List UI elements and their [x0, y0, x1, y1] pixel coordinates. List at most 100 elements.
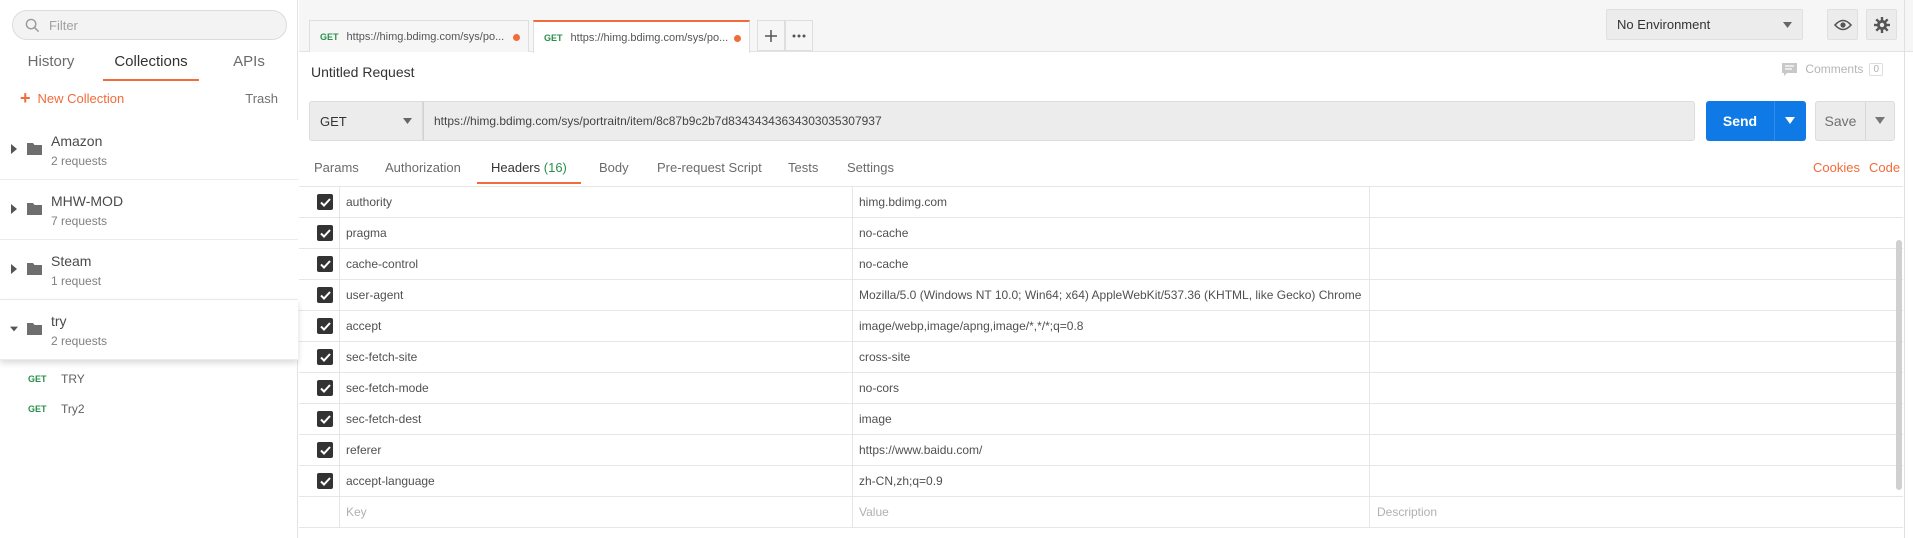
filter-input[interactable]: Filter — [12, 10, 287, 40]
trash-button[interactable]: Trash — [245, 91, 278, 106]
table-row: sec-fetch-site cross-site — [299, 342, 1903, 373]
tab-apis[interactable]: APIs — [231, 53, 267, 81]
send-button[interactable]: Send — [1706, 101, 1806, 141]
header-checkbox[interactable] — [317, 411, 333, 427]
header-value[interactable]: image/webp,image/apng,image/*,*/*;q=0.8 — [859, 319, 1364, 333]
header-checkbox[interactable] — [317, 194, 333, 210]
new-header-value-input[interactable]: Value — [859, 505, 1364, 519]
plus-icon: + — [20, 88, 31, 108]
header-checkbox[interactable] — [317, 473, 333, 489]
header-checkbox[interactable] — [317, 256, 333, 272]
new-tab-button[interactable] — [757, 20, 785, 51]
header-value[interactable]: zh-CN,zh;q=0.9 — [859, 474, 1364, 488]
tab-pre-request-script[interactable]: Pre-request Script — [657, 160, 762, 184]
header-key[interactable]: sec-fetch-mode — [346, 381, 429, 395]
caret-right-icon[interactable] — [10, 144, 18, 154]
ellipsis-icon — [792, 34, 806, 37]
tab-history[interactable]: History — [26, 53, 76, 81]
tab-method: GET — [320, 31, 339, 42]
request-tab-active[interactable]: GET https://himg.bdimg.com/sys/po... — [533, 20, 750, 53]
caret-down-icon[interactable] — [10, 324, 18, 334]
eye-icon — [1833, 19, 1852, 30]
request-item-try2[interactable]: GET Try2 — [0, 394, 298, 424]
header-key[interactable]: user-agent — [346, 288, 403, 302]
table-row: cache-control no-cache — [299, 249, 1903, 280]
collection-name: Steam — [51, 253, 92, 269]
scrollbar[interactable] — [1896, 240, 1902, 490]
collection-item-mhw-mod[interactable]: MHW-MOD 7 requests — [0, 180, 298, 240]
tab-method: GET — [544, 32, 563, 43]
check-icon — [319, 290, 331, 300]
check-icon — [319, 321, 331, 331]
header-key[interactable]: accept — [346, 319, 381, 333]
header-value[interactable]: cross-site — [859, 350, 1364, 364]
caret-right-icon[interactable] — [10, 204, 18, 214]
environment-quick-look-button[interactable] — [1827, 9, 1858, 40]
header-value[interactable]: Mozilla/5.0 (Windows NT 10.0; Win64; x64… — [859, 288, 1364, 302]
collection-item-steam[interactable]: Steam 1 request — [0, 240, 298, 300]
header-key[interactable]: cache-control — [346, 257, 418, 271]
header-key[interactable]: referer — [346, 443, 381, 457]
chevron-down-icon[interactable] — [1785, 117, 1795, 124]
tab-collections[interactable]: Collections — [103, 53, 199, 81]
collection-item-try[interactable]: try 2 requests — [0, 300, 298, 360]
manage-environments-button[interactable] — [1866, 9, 1897, 40]
header-value[interactable]: no-cache — [859, 226, 1364, 240]
new-collection-button[interactable]: + New Collection — [20, 88, 124, 108]
cookies-link[interactable]: Cookies — [1813, 160, 1860, 175]
save-button[interactable]: Save — [1815, 101, 1895, 141]
header-value[interactable]: https://www.baidu.com/ — [859, 443, 1364, 457]
url-input[interactable]: https://himg.bdimg.com/sys/portraitn/ite… — [423, 101, 1695, 141]
tab-authorization[interactable]: Authorization — [385, 160, 461, 184]
header-key[interactable]: accept-language — [346, 474, 435, 488]
header-checkbox[interactable] — [317, 442, 333, 458]
tab-settings[interactable]: Settings — [847, 160, 894, 184]
header-key[interactable]: pragma — [346, 226, 387, 240]
comments-button[interactable]: Comments 0 — [1782, 62, 1883, 76]
chevron-down-icon — [403, 118, 412, 124]
collection-item-amazon[interactable]: Amazon 2 requests — [0, 120, 298, 180]
caret-right-icon[interactable] — [10, 264, 18, 274]
folder-icon — [27, 323, 42, 335]
tab-headers[interactable]: Headers (16) — [477, 160, 581, 184]
header-key[interactable]: sec-fetch-dest — [346, 412, 421, 426]
header-value[interactable]: himg.bdimg.com — [859, 195, 1364, 209]
request-item-try[interactable]: GET TRY — [0, 364, 298, 394]
check-icon — [319, 259, 331, 269]
code-link[interactable]: Code — [1869, 160, 1900, 175]
table-row: pragma no-cache — [299, 218, 1903, 249]
chevron-down-icon[interactable] — [1875, 117, 1885, 124]
tab-tests[interactable]: Tests — [788, 160, 818, 184]
collection-request-count: 1 request — [51, 274, 102, 288]
header-value[interactable]: no-cors — [859, 381, 1364, 395]
new-header-description-input[interactable]: Description — [1377, 505, 1437, 519]
header-value[interactable]: no-cache — [859, 257, 1364, 271]
tab-params[interactable]: Params — [314, 160, 359, 184]
sidebar-tabs: History Collections APIs — [0, 53, 298, 81]
collection-request-count: 2 requests — [51, 154, 108, 168]
header-checkbox[interactable] — [317, 287, 333, 303]
folder-icon — [27, 263, 42, 275]
new-header-row: Key Value Description — [299, 497, 1903, 528]
table-row: accept image/webp,image/apng,image/*,*/*… — [299, 311, 1903, 342]
header-key[interactable]: authority — [346, 195, 392, 209]
header-checkbox[interactable] — [317, 318, 333, 334]
header-checkbox[interactable] — [317, 349, 333, 365]
new-header-key-input[interactable]: Key — [346, 505, 367, 519]
request-tab-bar: GET https://himg.bdimg.com/sys/po... GET… — [299, 0, 1913, 53]
request-title[interactable]: Untitled Request — [311, 64, 415, 80]
method-select[interactable]: GET — [309, 101, 423, 141]
header-value[interactable]: image — [859, 412, 1364, 426]
header-checkbox[interactable] — [317, 380, 333, 396]
request-subtabs: Params Authorization Headers (16) Body P… — [299, 154, 1903, 184]
right-edge-divider — [1904, 0, 1905, 538]
request-name: TRY — [61, 372, 85, 386]
table-row: user-agent Mozilla/5.0 (Windows NT 10.0;… — [299, 280, 1903, 311]
request-tab[interactable]: GET https://himg.bdimg.com/sys/po... — [309, 20, 529, 52]
more-tabs-button[interactable] — [785, 20, 813, 51]
tab-body[interactable]: Body — [599, 160, 629, 184]
header-checkbox[interactable] — [317, 225, 333, 241]
send-divider — [1774, 101, 1775, 141]
header-key[interactable]: sec-fetch-site — [346, 350, 417, 364]
environment-select[interactable]: No Environment — [1606, 9, 1803, 40]
